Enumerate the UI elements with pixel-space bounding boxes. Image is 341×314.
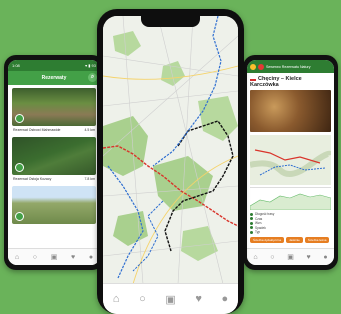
leaf-icon <box>15 212 24 221</box>
reserve-distance: 4.5 km <box>84 128 95 132</box>
status-icons: ▾ ▮ 93 <box>85 63 96 68</box>
logo-icon <box>258 63 264 70</box>
route-detail-screen: Sewerwo Rezerwatu Natury Chęciny – Kielc… <box>247 60 334 265</box>
user-icon[interactable]: ● <box>221 293 228 305</box>
map-screen: ⌂ ○ ▣ ♥ ● <box>103 16 238 314</box>
reserve-name: Rezerwat Ostoja Kozacy <box>13 177 52 181</box>
grid-icon[interactable]: ▣ <box>287 253 294 261</box>
bottom-nav: ⌂ ○ ▣ ♥ ● <box>247 248 334 265</box>
tag[interactable]: Ścieżka leśna <box>304 236 330 243</box>
bottom-nav: ⌂ ○ ▣ ♥ ● <box>8 248 100 265</box>
search-icon[interactable]: ⌕ <box>88 73 97 82</box>
phone-left: 1:08 ▾ ▮ 93 Rezerwaty ⌕ Rezerwat Ostrowi… <box>4 55 104 270</box>
reserve-photo <box>12 88 96 126</box>
heart-icon[interactable]: ♥ <box>195 293 202 305</box>
home-icon[interactable]: ⌂ <box>113 293 120 305</box>
leaf-icon <box>15 163 24 172</box>
reserve-name: Rezerwat Ostrowi Mahmawide <box>13 128 61 132</box>
elevation-profile <box>249 187 332 211</box>
route-tags: Ścieżka dydaktyczna Jaskinie Ścieżka leś… <box>247 236 334 243</box>
trail-map[interactable] <box>103 16 238 285</box>
home-icon[interactable]: ⌂ <box>253 254 257 261</box>
heart-icon[interactable]: ♥ <box>307 254 311 261</box>
list-item[interactable] <box>12 186 96 224</box>
status-time: 1:08 <box>12 63 20 68</box>
legend-item: Typ <box>250 230 331 235</box>
reserve-photo <box>12 137 96 175</box>
logo-icon <box>250 63 256 70</box>
bottom-nav: ⌂ ○ ▣ ♥ ● <box>103 283 238 314</box>
list-item[interactable]: Rezerwat Ostoja Kozacy 7.8 km <box>12 137 96 183</box>
route-legend: Długość trasy Czas Wzn. Spadek Typ <box>247 210 334 237</box>
route-map[interactable] <box>250 135 331 185</box>
phone-center: ⌂ ○ ▣ ♥ ● <box>97 9 244 314</box>
tag[interactable]: Ścieżka dydaktyczna <box>250 236 285 243</box>
reserve-photo <box>12 186 96 224</box>
app-header: Sewerwo Rezerwatu Natury <box>247 60 334 73</box>
grid-icon[interactable]: ▣ <box>51 253 58 261</box>
tag[interactable]: Jaskinie <box>286 236 303 243</box>
reserves-screen: 1:08 ▾ ▮ 93 Rezerwaty ⌕ Rezerwat Ostrowi… <box>8 60 100 265</box>
status-bar: 1:08 ▾ ▮ 93 <box>8 60 100 71</box>
flag-icon <box>250 76 256 81</box>
search-icon[interactable]: ○ <box>33 254 37 261</box>
home-icon[interactable]: ⌂ <box>15 254 19 261</box>
user-icon[interactable]: ● <box>89 254 93 261</box>
search-icon[interactable]: ○ <box>270 254 274 261</box>
route-map-svg <box>250 149 331 177</box>
grid-icon[interactable]: ▣ <box>165 293 175 306</box>
leaf-icon <box>15 114 24 123</box>
phone-notch <box>141 15 200 27</box>
search-icon[interactable]: ○ <box>139 293 146 305</box>
user-icon[interactable]: ● <box>323 254 327 261</box>
page-title: Rezerwaty <box>41 75 67 81</box>
app-header: Rezerwaty ⌕ <box>8 71 100 85</box>
phone-right: Sewerwo Rezerwatu Natury Chęciny – Kielc… <box>243 55 338 270</box>
header-text: Sewerwo Rezerwatu Natury <box>266 64 311 69</box>
cave-photo <box>250 90 331 132</box>
reserve-distance: 7.8 km <box>84 177 95 181</box>
heart-icon[interactable]: ♥ <box>71 254 75 261</box>
route-title: Chęciny – Kielce Karczówka <box>250 76 302 88</box>
list-item[interactable]: Rezerwat Ostrowi Mahmawide 4.5 km <box>12 88 96 134</box>
